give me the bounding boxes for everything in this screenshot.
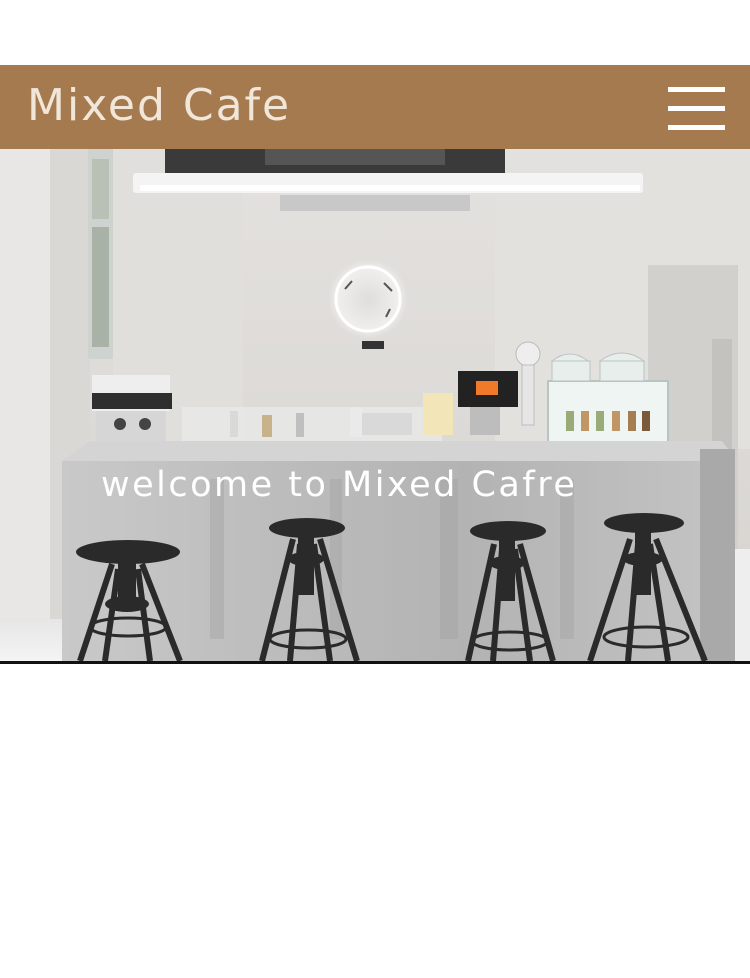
cafe-counter-photo	[0, 149, 750, 661]
hero-divider	[0, 661, 750, 664]
page: Mixed Cafe welcome to Mixed Cafre	[0, 0, 750, 978]
site-title[interactable]: Mixed Cafe	[27, 79, 291, 133]
welcome-heading: welcome to Mixed Cafre	[101, 465, 578, 505]
menu-button[interactable]	[668, 87, 725, 131]
site-header: Mixed Cafe	[0, 65, 750, 149]
hero-banner: welcome to Mixed Cafre	[0, 149, 750, 661]
